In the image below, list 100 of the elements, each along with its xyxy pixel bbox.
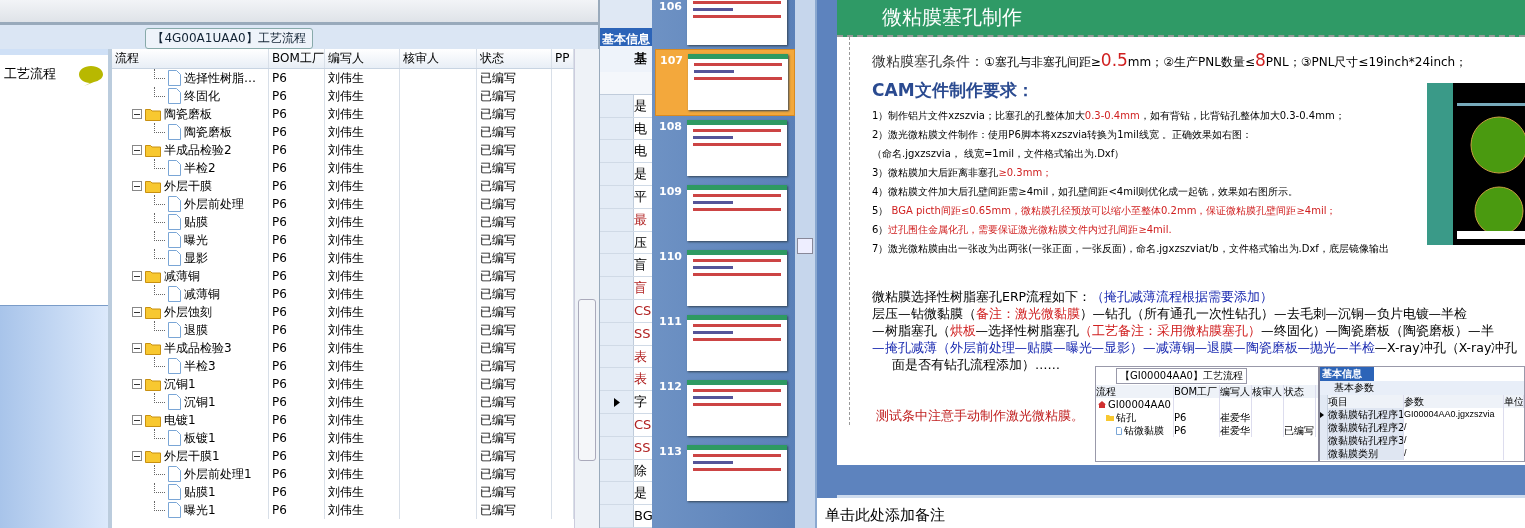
column-header: BOM工厂 [1174, 385, 1220, 398]
row-header-cell[interactable] [600, 414, 634, 436]
row-header-cell[interactable] [600, 277, 634, 300]
row-header-cell[interactable] [600, 436, 634, 459]
tree-item-label[interactable]: 退膜 [184, 321, 208, 339]
table-cell: 已编写 [1284, 424, 1314, 437]
parameter-cell: 表 [634, 368, 652, 391]
collapse-toggle-icon[interactable] [132, 343, 142, 353]
tree-item-label[interactable]: 显影 [184, 249, 208, 267]
collapse-toggle-icon[interactable] [132, 415, 142, 425]
row-header-cell[interactable] [600, 368, 634, 391]
tree-item-label[interactable]: 外层干膜 [164, 177, 212, 195]
tree-item-label[interactable]: 外层蚀刻 [164, 303, 212, 321]
document-icon [168, 232, 181, 248]
table-cell: / [1404, 421, 1504, 434]
collapse-toggle-icon[interactable] [132, 451, 142, 461]
scrollbar[interactable] [795, 0, 817, 528]
table-cell: 已编写 [477, 231, 552, 249]
table-cell: 崔爱华 [1220, 424, 1250, 437]
row-header-cell[interactable] [600, 505, 634, 527]
column-header[interactable]: BOM工厂 [269, 49, 325, 68]
tree-item-label[interactable]: 外层前处理 [184, 195, 244, 213]
row-header-cell[interactable] [600, 140, 634, 163]
collapse-toggle-icon[interactable] [132, 379, 142, 389]
row-header-cell[interactable] [600, 163, 634, 186]
tree-item-label[interactable]: 电镀1 [164, 411, 196, 429]
collapse-toggle-icon[interactable] [132, 145, 142, 155]
row-header-cell[interactable] [600, 300, 634, 322]
tree-item-label[interactable]: 减薄铜 [184, 285, 220, 303]
sub-tab[interactable]: 基 [600, 46, 652, 73]
parameter-cell: 是 [634, 482, 652, 505]
parameter-cell: 盲 [634, 277, 652, 300]
folder-icon [145, 143, 161, 157]
parameter-cell: 表 [634, 345, 652, 368]
collapse-toggle-icon[interactable] [132, 307, 142, 317]
table-cell: P6 [269, 447, 325, 465]
table-cell: 已编写 [477, 465, 552, 483]
row-header-cell[interactable] [600, 231, 634, 254]
row-header-cell[interactable] [600, 254, 634, 277]
tree-item-label[interactable]: 选择性树脂… [184, 69, 256, 87]
side-panel-title: 工艺流程 [4, 65, 56, 83]
column-header: 状态 [1284, 385, 1316, 398]
requirement-text: 7）激光微粘膜由出一张改为出两张(一张正面，一张反面)，命名.jgxzszviat/b，文件格式输出为.Dxf，底层镜像输出 [872, 242, 1389, 256]
tree-item-label[interactable]: 半成品检验2 [164, 141, 232, 159]
table-cell: 刘伟生 [325, 213, 400, 231]
row-header-cell[interactable] [600, 322, 634, 345]
tree-item-label[interactable]: 曝光1 [184, 501, 216, 519]
collapse-toggle-icon[interactable] [132, 109, 142, 119]
info-tab[interactable]: 基本信息 [600, 28, 652, 47]
tree-item-label[interactable]: 陶瓷磨板 [164, 105, 212, 123]
column-header[interactable]: 状态 [477, 49, 552, 68]
table-cell: 刘伟生 [325, 321, 400, 339]
scrollbar[interactable] [574, 49, 599, 528]
tree-item-label[interactable]: 外层干膜1 [164, 447, 220, 465]
table-cell: 微黏膜钻孔程序2 [1328, 421, 1404, 434]
slide-number: 111 [659, 315, 683, 330]
parameter-cell: 字 [634, 391, 652, 413]
tree-item-label[interactable]: 沉铜1 [184, 393, 216, 411]
requirement-text: 4）微粘膜文件加大后孔壁间距需≥4mil，如孔壁间距<4mil则优化成一起铣，效果如右图所示。 [872, 185, 1299, 199]
column-header: 流程 [1096, 385, 1174, 398]
tree-item-label[interactable]: 沉铜1 [164, 375, 196, 393]
document-icon [168, 70, 181, 86]
conditions-text: 微粘膜塞孔条件：①塞孔与非塞孔间距≥0.5mm；②生产PNL数量≤8PNL；③PNL尺寸≤19inch*24inch； [872, 49, 1468, 72]
tree-item-label[interactable]: 半检2 [184, 159, 216, 177]
table-cell: 微黏膜钻孔程序1 [1328, 408, 1404, 421]
tree-item-label[interactable]: 减薄铜 [164, 267, 200, 285]
tree-item-label[interactable]: 曝光 [184, 231, 208, 249]
tree-item-label[interactable]: 板镀1 [184, 429, 216, 447]
tree-item-label[interactable]: 陶瓷磨板 [184, 123, 232, 141]
row-header-cell[interactable] [600, 94, 634, 117]
table-cell: / [1404, 447, 1504, 460]
parameter-cell: SS [634, 436, 652, 459]
tree-item-label[interactable]: 贴膜1 [184, 483, 216, 501]
panel-title-tab[interactable]: 【4G00A1UAA0】工艺流程 [145, 28, 313, 49]
row-header-cell[interactable] [600, 459, 634, 482]
column-header[interactable]: 流程 [112, 49, 269, 68]
collapse-toggle-icon[interactable] [132, 271, 142, 281]
table-cell: 刘伟生 [325, 123, 400, 141]
row-header-cell[interactable] [600, 345, 634, 368]
table-cell: P6 [269, 285, 325, 303]
row-header-cell[interactable] [600, 482, 634, 505]
parameter-cell: 除 [634, 459, 652, 482]
row-header-cell[interactable] [600, 117, 634, 140]
row-header-cell[interactable] [600, 186, 634, 208]
tree-item-label[interactable]: 终固化 [184, 87, 220, 105]
table-cell: 刘伟生 [325, 87, 400, 105]
column-header[interactable]: 编写人 [325, 49, 400, 68]
row-header-cell[interactable] [600, 391, 634, 413]
row-header-cell[interactable] [600, 208, 634, 231]
notes-field[interactable]: 单击此处添加备注 [817, 498, 1525, 528]
document-icon [168, 502, 181, 518]
tree-item-label[interactable]: 半成品检验3 [164, 339, 232, 357]
flow-text: 层压—钻微黏膜（备注：激光微黏膜）—钻孔（所有通孔一次性钻孔）—去毛刺—沉铜—负片电镀—半检 [872, 305, 1468, 322]
tree-item-label[interactable]: 贴膜 [184, 213, 208, 231]
folder-icon [145, 107, 161, 121]
table-cell: 已编写 [477, 87, 552, 105]
collapse-toggle-icon[interactable] [132, 181, 142, 191]
tree-item-label[interactable]: 外层前处理1 [184, 465, 252, 483]
tree-item-label[interactable]: 半检3 [184, 357, 216, 375]
column-header[interactable]: 核审人 [400, 49, 477, 68]
